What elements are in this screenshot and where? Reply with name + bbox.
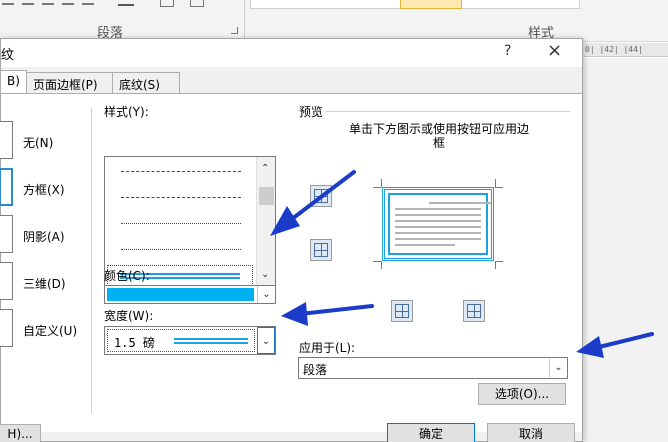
tab-label: B) — [7, 74, 20, 88]
inside-horizontal-border-button[interactable] — [310, 239, 332, 261]
left-border-button[interactable] — [391, 300, 413, 322]
ruler: 0| |42| |44| — [583, 43, 668, 57]
tab-shading[interactable]: 底纹(S) — [112, 72, 180, 94]
style-gallery-selected[interactable] — [400, 0, 462, 9]
chevron-down-icon[interactable]: ⌄ — [257, 286, 275, 303]
color-label: 颜色(C): — [104, 269, 150, 283]
document-area — [583, 58, 668, 442]
style-label: 样式(Y): — [104, 105, 149, 119]
style-option-dash-dot[interactable] — [121, 223, 241, 224]
preview-label: 预览 — [299, 105, 324, 119]
width-line-preview — [174, 338, 248, 344]
right-border-button[interactable] — [463, 300, 485, 322]
scroll-down-icon[interactable]: ⌄ — [261, 269, 269, 280]
ribbon: 段落 样式 — [0, 0, 668, 42]
preview-text-line — [395, 244, 455, 246]
color-swatch — [107, 288, 254, 301]
preview-text-line — [395, 214, 481, 216]
top-border-icon — [314, 189, 328, 203]
setting-shadow-icon[interactable] — [0, 215, 13, 253]
crop-mark — [373, 261, 381, 262]
borders-and-shading-dialog: 纹 ? × B) 页面边框(P) 底纹(S) 无(N) 方框(X) 阴影(A) … — [0, 38, 583, 442]
border-preview[interactable] — [382, 187, 494, 261]
preview-text-line — [395, 220, 481, 222]
divider — [91, 108, 92, 413]
width-label: 宽度(W): — [104, 309, 154, 323]
options-button[interactable]: 选项(O)... — [478, 383, 566, 405]
chevron-down-icon[interactable]: ⌄ — [549, 359, 567, 377]
cancel-button[interactable]: 取消 — [487, 423, 575, 442]
close-icon[interactable]: × — [547, 40, 562, 61]
tab-page-border[interactable]: 页面边框(P) — [26, 72, 113, 94]
crop-mark — [381, 261, 382, 269]
ruler-text: 0| |42| |44| — [585, 45, 643, 54]
help-icon[interactable]: ? — [504, 43, 511, 59]
setting-custom-icon[interactable] — [0, 309, 13, 347]
right-border-icon — [467, 304, 481, 318]
inside-horizontal-border-icon — [314, 243, 328, 257]
setting-none-icon[interactable] — [0, 121, 13, 159]
width-value: 1.5 磅 — [114, 336, 155, 350]
shading-icon[interactable] — [160, 0, 174, 7]
preview-divider — [326, 111, 570, 112]
dialog-titlebar: 纹 ? × — [1, 39, 582, 67]
tab-label: 页面边框(P) — [33, 78, 98, 92]
line-spacing-icon[interactable] — [118, 0, 134, 6]
scroll-thumb[interactable] — [259, 187, 274, 205]
setting-box-label[interactable]: 方框(X) — [23, 181, 65, 198]
color-dropdown[interactable]: ⌄ — [104, 285, 276, 304]
setting-3d-label[interactable]: 三维(D) — [23, 275, 66, 292]
crop-mark — [495, 179, 496, 187]
preview-text-line — [395, 238, 481, 240]
borders-icon[interactable] — [190, 0, 204, 7]
preview-text-line — [395, 226, 481, 228]
crop-mark — [373, 187, 381, 188]
style-option-dash-dot-dot[interactable] — [121, 249, 241, 250]
style-option-dashed[interactable] — [121, 171, 241, 172]
top-border-button[interactable] — [310, 185, 332, 207]
crop-mark — [495, 261, 503, 262]
tab-label: 底纹(S) — [119, 78, 160, 92]
setting-shadow-label[interactable]: 阴影(A) — [23, 228, 65, 245]
apply-to-label: 应用于(L): — [299, 341, 356, 355]
scroll-up-icon[interactable]: ⌃ — [261, 163, 269, 174]
width-selection: 1.5 磅 — [107, 329, 255, 352]
preview-text-line — [429, 202, 491, 204]
preview-text-line — [395, 208, 481, 210]
style-scrollbar[interactable]: ⌃ ⌄ — [256, 157, 275, 289]
apply-to-dropdown[interactable]: 段落 ⌄ — [298, 357, 568, 379]
paragraph-dialog-launcher-icon[interactable] — [231, 27, 238, 34]
ok-button[interactable]: 确定 — [387, 423, 475, 442]
setting-box-icon[interactable] — [0, 168, 13, 206]
tab-borders[interactable]: B) — [0, 70, 27, 94]
dialog-title: 纹 — [1, 48, 15, 63]
setting-3d-icon[interactable] — [0, 262, 13, 300]
apply-to-value: 段落 — [303, 363, 328, 377]
setting-custom-label[interactable]: 自定义(U) — [23, 322, 77, 339]
chevron-down-icon[interactable]: ⌄ — [257, 327, 275, 354]
preview-hint: 单击下方图示或使用按钮可应用边框 — [348, 122, 529, 150]
crop-mark — [381, 179, 382, 187]
ribbon-separator — [244, 0, 245, 40]
setting-none-label[interactable]: 无(N) — [23, 134, 53, 151]
crop-mark — [495, 261, 496, 269]
crop-mark — [495, 187, 503, 188]
style-option-dashed-long[interactable] — [121, 197, 241, 198]
horizontal-line-button[interactable]: H)... — [0, 424, 41, 442]
left-border-icon — [395, 304, 409, 318]
width-dropdown[interactable]: 1.5 磅 ⌄ — [104, 326, 276, 355]
preview-text-line — [395, 232, 481, 234]
